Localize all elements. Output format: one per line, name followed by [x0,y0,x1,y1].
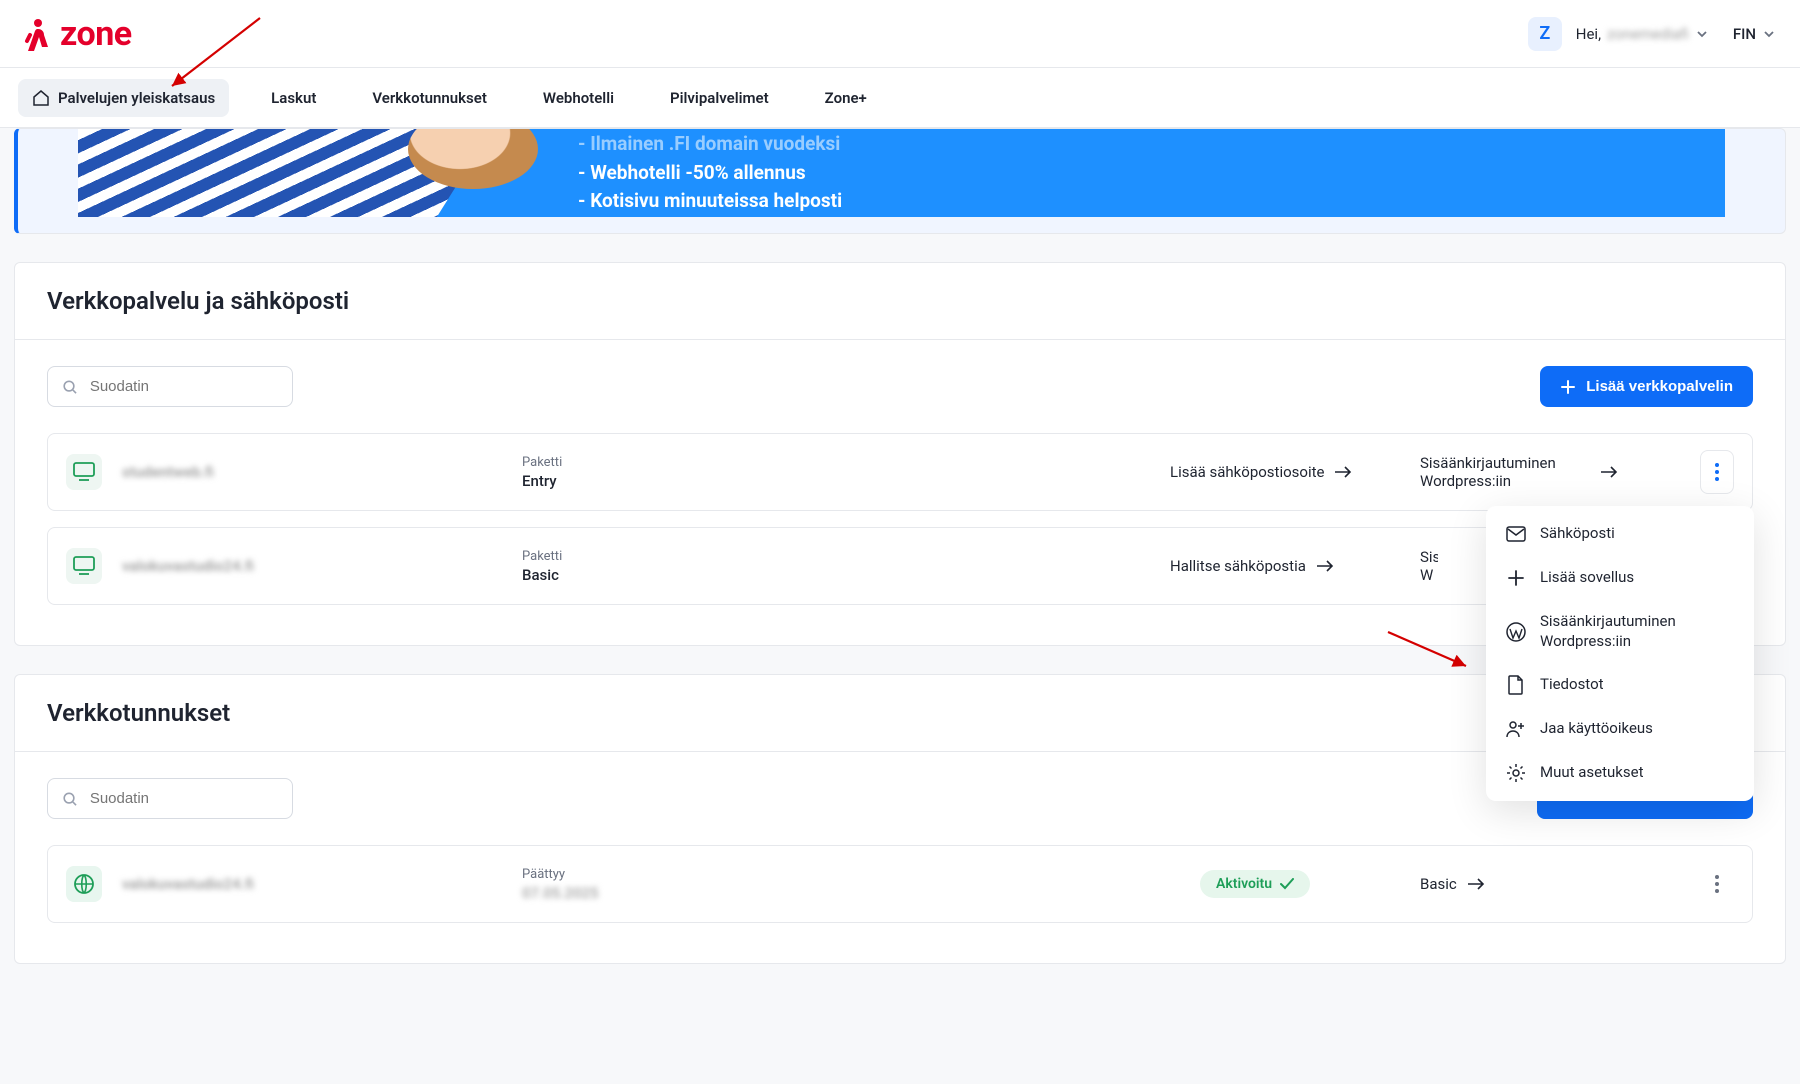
search-icon [62,790,78,808]
arrow-right-icon [1316,559,1334,573]
promo-banner[interactable]: - Ilmainen .FI domain vuodeksi - Webhote… [78,129,1725,217]
arrow-right-icon [1334,465,1352,479]
service-name[interactable]: studentweb.fi [122,463,502,481]
main-nav: Palvelujen yleiskatsaus Laskut Verkkotun… [0,68,1800,128]
greeting-prefix: Hei, [1576,25,1601,43]
nav-label: Laskut [271,89,316,107]
avatar: Z [1528,17,1562,51]
services-filter-input[interactable] [47,366,293,407]
domain-plan-link[interactable]: Basic [1420,875,1680,893]
top-header: zone Z Hei, zonemediafi FIN [0,0,1800,68]
dd-share[interactable]: Jaa käyttöoikeus [1486,707,1754,751]
domains-filter-input[interactable] [47,778,293,819]
arrow-right-icon [1467,877,1485,891]
nav-overview[interactable]: Palvelujen yleiskatsaus [18,79,229,117]
monitor-icon [66,454,102,490]
nav-label: Webhotelli [543,89,614,107]
plus-icon [1506,568,1526,588]
services-title: Verkkopalvelu ja sähköposti [15,263,1785,340]
nav-webhosting[interactable]: Webhotelli [529,79,628,117]
services-section: Verkkopalvelu ja sähköposti Lisää verkko… [14,262,1786,646]
share-user-icon [1506,719,1526,739]
nav-label: Palvelujen yleiskatsaus [58,89,215,107]
nav-domains[interactable]: Verkkotunnukset [358,79,501,117]
row-actions-dropdown: Sähköposti Lisää sovellus Sisäänkirjautu… [1486,506,1754,801]
plus-icon [1560,379,1576,395]
dd-wordpress[interactable]: Sisäänkirjautuminen Wordpress:iin [1486,600,1754,663]
gear-icon [1506,763,1526,783]
services-list: studentweb.fi Paketti Entry Lisää sähköp… [15,433,1785,645]
mail-icon [1506,524,1526,544]
zone-logo-icon [24,17,54,51]
nav-invoices[interactable]: Laskut [257,79,330,117]
nav-label: Verkkotunnukset [372,89,487,107]
filter-field[interactable] [88,377,278,396]
account-menu[interactable]: Z Hei, zonemediafi [1528,17,1709,51]
nav-label: Zone+ [825,89,867,107]
expires-column: Päättyy 07.05.2025 [522,867,762,902]
status-column: Aktivoitu [1200,870,1400,898]
domain-row: valokuvastudio24.fi Päättyy 07.05.2025 A… [47,845,1753,923]
wordpress-icon [1506,622,1526,642]
nav-cloud[interactable]: Pilvipalvelimet [656,79,783,117]
chevron-down-icon [1762,27,1776,41]
search-icon [62,378,78,396]
email-action-link[interactable]: Lisää sähköpostiosoite [1170,463,1400,481]
kebab-icon [1715,875,1719,893]
dd-add-app[interactable]: Lisää sovellus [1486,556,1754,600]
service-name[interactable]: valokuvastudio24.fi [122,557,502,575]
nav-label: Pilvipalvelimet [670,89,769,107]
filter-field[interactable] [88,789,278,808]
domains-list: valokuvastudio24.fi Päättyy 07.05.2025 A… [15,845,1785,963]
greeting-user: zonemediafi [1607,25,1689,43]
add-service-button[interactable]: Lisää verkkopalvelin [1540,366,1753,407]
wordpress-login-link[interactable]: Sisäänkirjautuminen Wordpress:iin [1420,454,1680,490]
email-action-link[interactable]: Hallitse sähköpostia [1170,557,1400,575]
promo-banner-card: - Ilmainen .FI domain vuodeksi - Webhote… [14,128,1786,234]
language-selector[interactable]: FIN [1733,25,1776,43]
nav-zoneplus[interactable]: Zone+ [811,79,881,117]
services-toolbar: Lisää verkkopalvelin [15,340,1785,433]
header-account: Z Hei, zonemediafi FIN [1528,17,1776,51]
zone-logo[interactable]: zone [24,14,132,54]
dd-settings[interactable]: Muut asetukset [1486,751,1754,795]
button-label: Lisää verkkopalvelin [1586,378,1733,395]
promo-image [78,129,538,217]
zone-logo-text: zone [60,14,132,54]
home-icon [32,89,50,107]
arrow-right-icon [1600,465,1618,479]
status-badge: Aktivoitu [1200,870,1310,898]
dd-files[interactable]: Tiedostot [1486,663,1754,707]
package-column: Paketti Basic [522,549,762,584]
chevron-down-icon [1695,27,1709,41]
dd-email[interactable]: Sähköposti [1486,512,1754,556]
language-label: FIN [1733,25,1756,43]
monitor-icon [66,548,102,584]
globe-icon [66,866,102,902]
package-column: Paketti Entry [522,455,762,490]
file-icon [1506,675,1526,695]
row-more-button[interactable] [1700,862,1734,906]
check-icon [1280,878,1294,890]
domain-name[interactable]: valokuvastudio24.fi [122,875,502,893]
service-row: studentweb.fi Paketti Entry Lisää sähköp… [47,433,1753,511]
row-more-button[interactable] [1700,450,1734,494]
kebab-icon [1715,463,1719,481]
promo-text: - Ilmainen .FI domain vuodeksi - Webhote… [538,130,1725,216]
